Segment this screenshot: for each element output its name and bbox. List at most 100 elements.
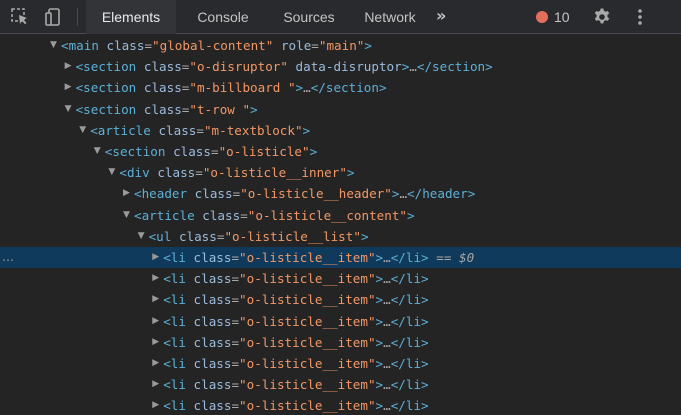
attribute-name: class <box>193 292 232 308</box>
dom-node-row[interactable]: ▼ <div class="o-listicle__inner"> <box>0 162 681 183</box>
attribute-equals: = <box>144 38 153 53</box>
dom-node-row[interactable]: ▶ <li class="o-listicle__item">…</li> <box>0 289 681 310</box>
select-element-icon[interactable] <box>10 7 30 27</box>
attribute-value: "o-listicle__header" <box>240 186 392 202</box>
tag-close-bracket: > <box>346 165 355 181</box>
tag-open: <li <box>163 250 186 265</box>
tag-close-bracket: > <box>364 38 372 53</box>
dom-node-row[interactable]: ▶ <section class="m-billboard ">…</sectio… <box>0 77 681 98</box>
device-toolbar-icon[interactable] <box>44 7 64 27</box>
collapsed-children-ellipsis[interactable]: … <box>383 356 391 371</box>
dom-node-row[interactable]: ▶ <li class="o-listicle__item">…</li> <box>0 374 681 395</box>
attribute-name: class <box>193 377 232 393</box>
dom-node-row[interactable]: ▶ <header class="o-listicle__header">…</h… <box>0 183 681 204</box>
dom-node-row[interactable]: ▶ <li class="o-listicle__item">…</li> <box>0 395 681 415</box>
dom-node-content: ▶ <li class="o-listicle__item">…</li> <box>152 395 428 415</box>
tag-close-bracket: > <box>375 271 384 287</box>
tag-open: <section <box>75 80 137 96</box>
collapse-arrow-icon[interactable]: ▼ <box>138 226 149 247</box>
attribute-equals: = <box>240 207 248 223</box>
collapsed-children-ellipsis[interactable]: … <box>383 398 391 413</box>
expand-arrow-icon[interactable]: ▶ <box>152 374 163 395</box>
attribute-name: role <box>280 38 312 53</box>
collapse-arrow-icon[interactable]: ▼ <box>108 162 119 183</box>
toolbar-separator <box>77 8 78 26</box>
tag-open: <ul <box>148 228 172 244</box>
tag-close: </li> <box>390 356 429 371</box>
more-tabs-button[interactable]: » <box>436 0 446 34</box>
collapsed-children-ellipsis[interactable]: … <box>303 80 311 95</box>
expand-arrow-icon[interactable]: ▶ <box>152 395 163 415</box>
dom-node-row[interactable]: ▼ <ul class="o-listicle__list"> <box>0 226 681 247</box>
attribute-name: class <box>194 186 233 202</box>
tag-close-bracket: > <box>309 144 318 159</box>
selected-dom-node[interactable]: … ▶ <li class="o-listicle__item">…</li> ==… <box>0 247 681 268</box>
dom-node-row[interactable]: ▶ <li class="o-listicle__item">…</li> <box>0 332 681 353</box>
attribute-value: "o-listicle" <box>218 144 310 159</box>
collapsed-children-ellipsis[interactable]: … <box>383 292 391 307</box>
gear-icon[interactable] <box>592 7 612 27</box>
tag-open: <li <box>163 271 186 287</box>
tag-close: </li> <box>390 334 429 350</box>
dom-node-row[interactable]: ▶ <section class="o-disruptor" data-disru… <box>0 56 681 77</box>
kebab-menu-icon[interactable] <box>632 7 648 27</box>
collapsed-children-ellipsis[interactable]: … <box>399 186 407 201</box>
dom-node-content: ▶ <li class="o-listicle__item">…</li> <box>152 332 428 353</box>
tag-close-bracket: > <box>375 334 384 350</box>
dom-node-row[interactable]: ▶ <li class="o-listicle__item">…</li> <box>0 353 681 374</box>
expand-arrow-icon[interactable]: ▶ <box>152 353 163 374</box>
issue-count: 10 <box>554 9 570 25</box>
attribute-value: "global-content" <box>152 38 274 53</box>
expand-arrow-icon[interactable]: ▶ <box>65 56 76 77</box>
tab-console[interactable]: Console <box>180 0 266 34</box>
tag-close-bracket: > <box>302 122 311 138</box>
attribute-value: "o-listicle__content" <box>247 207 408 223</box>
attribute-name: class <box>193 334 232 350</box>
dom-node-row[interactable]: ▼ <main class="global-content" role="main… <box>0 35 681 56</box>
collapse-arrow-icon[interactable]: ▼ <box>65 99 76 120</box>
dom-node-row[interactable]: ▼ <section class="o-listicle"> <box>0 141 681 162</box>
collapsed-children-ellipsis[interactable]: … <box>383 271 391 286</box>
attribute-name: class <box>106 38 145 53</box>
row-menu-icon[interactable]: … <box>2 247 14 268</box>
dom-node-row[interactable]: ▼ <section class="t-row "> <box>0 99 681 120</box>
issue-icon <box>536 11 548 23</box>
dom-node-content: ▼ <div class="o-listicle__inner"> <box>108 162 354 183</box>
tag-close-bracket: > <box>295 80 304 96</box>
tab-sources[interactable]: Sources <box>266 0 352 34</box>
attribute-value: "m-billboard " <box>189 80 296 96</box>
issues-counter[interactable]: 10 <box>536 0 570 34</box>
attribute-name: class <box>158 122 197 138</box>
dom-node-row[interactable]: ▶ <li class="o-listicle__item">…</li> <box>0 311 681 332</box>
collapse-arrow-icon[interactable]: ▼ <box>94 141 105 162</box>
collapsed-children-ellipsis[interactable]: … <box>383 250 391 265</box>
attribute-name: class <box>202 207 241 223</box>
expand-arrow-icon[interactable]: ▶ <box>152 289 163 310</box>
expand-arrow-icon[interactable]: ▶ <box>123 183 134 204</box>
dom-node-row[interactable]: ▶ <li class="o-listicle__item">…</li> <box>0 268 681 289</box>
dom-node-row[interactable]: ▼ <article class="m-textblock"> <box>0 120 681 141</box>
tag-open: <article <box>90 122 151 138</box>
collapsed-children-ellipsis[interactable]: … <box>383 377 391 392</box>
tab-elements[interactable]: Elements <box>86 0 176 34</box>
collapse-arrow-icon[interactable]: ▼ <box>123 205 134 226</box>
tag-close: </section> <box>310 80 387 96</box>
collapse-arrow-icon[interactable]: ▼ <box>50 35 61 56</box>
attribute-value: "o-listicle__item" <box>239 250 376 265</box>
collapsed-children-ellipsis[interactable]: … <box>383 335 391 350</box>
expand-arrow-icon[interactable]: ▶ <box>152 332 163 353</box>
tag-open: <li <box>163 398 186 414</box>
expand-arrow-icon[interactable]: ▶ <box>152 247 163 268</box>
expand-arrow-icon[interactable]: ▶ <box>152 268 163 289</box>
collapsed-children-ellipsis[interactable]: … <box>409 59 417 74</box>
tab-network[interactable]: Network <box>346 0 434 34</box>
dom-node-content: ▶ <li class="o-listicle__item">…</li> <box>152 353 428 374</box>
attribute-equals: = <box>311 38 319 53</box>
dom-node-row[interactable]: ▼ <article class="o-listicle__content"> <box>0 205 681 226</box>
collapsed-children-ellipsis[interactable]: … <box>383 314 391 329</box>
tag-close: </li> <box>390 398 429 414</box>
expand-arrow-icon[interactable]: ▶ <box>65 77 76 98</box>
tag-open: <article <box>134 207 195 223</box>
expand-arrow-icon[interactable]: ▶ <box>152 311 163 332</box>
collapse-arrow-icon[interactable]: ▼ <box>79 120 90 141</box>
